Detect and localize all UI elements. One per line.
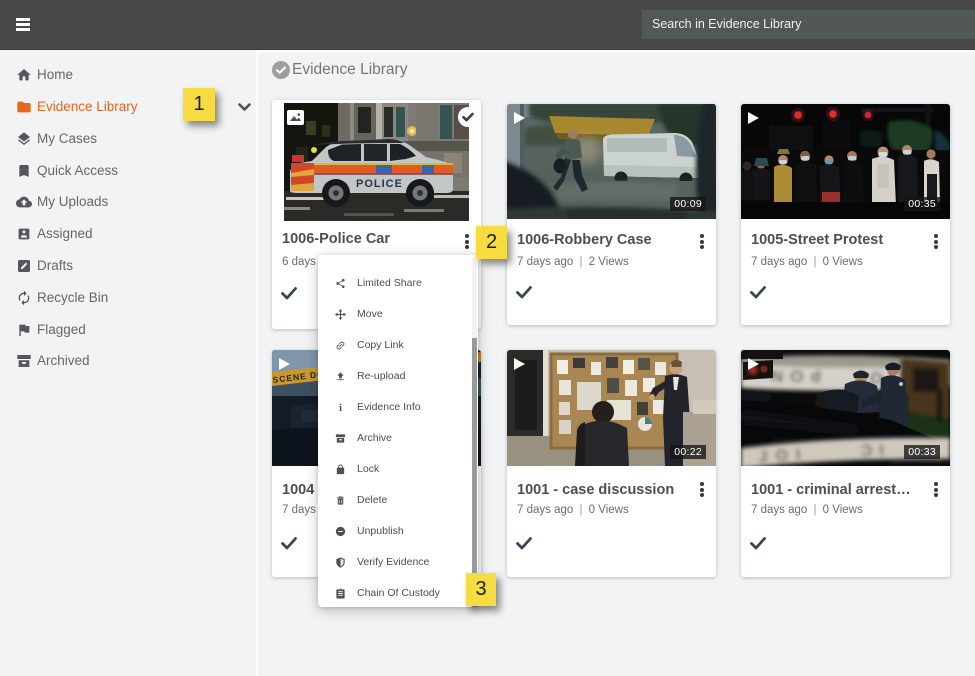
- svg-text:JOI: JOI: [758, 446, 809, 466]
- svg-text:NOd: NOd: [771, 367, 828, 386]
- svg-text:ƆI: ƆI: [861, 442, 892, 460]
- svg-text:i: i: [339, 403, 342, 413]
- svg-text:POLICE: POLICE: [356, 178, 403, 190]
